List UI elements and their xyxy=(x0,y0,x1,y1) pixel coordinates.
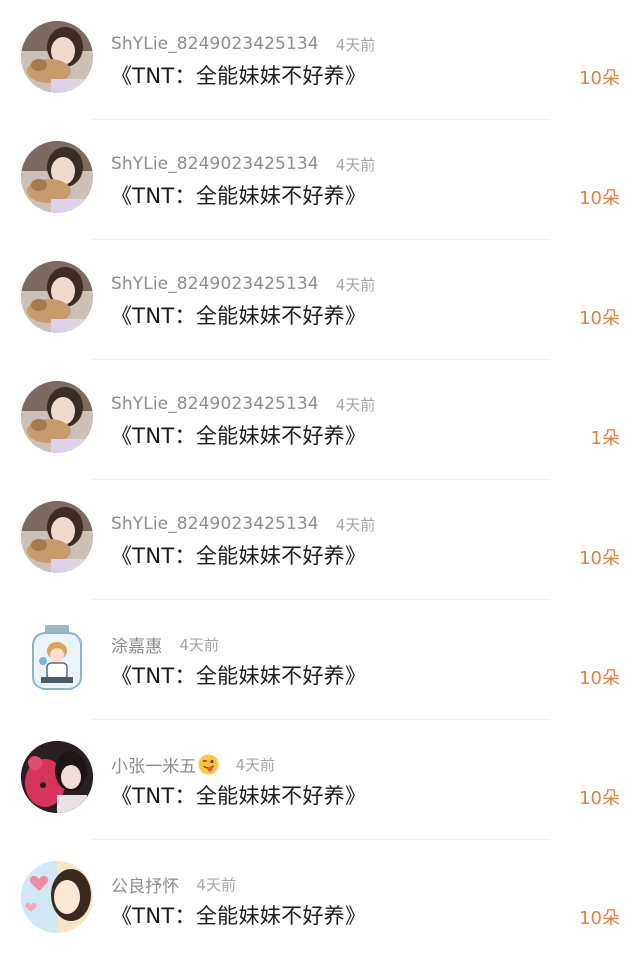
timestamp: 4天前 xyxy=(196,875,236,894)
girl-with-dog-avatar-icon[interactable] xyxy=(21,261,93,333)
record-meta: ShYLie_8249023425134 4天前 xyxy=(111,32,375,56)
girl-with-dog-avatar-icon[interactable] xyxy=(21,381,93,453)
timestamp: 4天前 xyxy=(335,275,376,294)
book-title[interactable]: 《TNT：全能妹妹不好养》 xyxy=(111,780,366,810)
timestamp: 4天前 xyxy=(335,155,376,174)
girl-with-dog-avatar-icon[interactable] xyxy=(21,141,93,213)
timestamp: 4天前 xyxy=(335,35,376,54)
girl-with-dog-avatar-icon[interactable] xyxy=(21,21,93,93)
timestamp: 4天前 xyxy=(179,635,219,654)
record-meta: 公良抒怀 4天前 xyxy=(111,872,236,897)
list-item[interactable]: ShYLie_8249023425134 4天前 《TNT：全能妹妹不好养》 1… xyxy=(0,240,640,360)
list-item[interactable]: ShYLie_8249023425134 4天前 《TNT：全能妹妹不好养》 1… xyxy=(0,0,640,120)
book-title[interactable]: 《TNT：全能妹妹不好养》 xyxy=(111,300,366,330)
girl-with-dog-avatar-icon[interactable] xyxy=(21,501,93,573)
record-meta: 涂嘉惠 4天前 xyxy=(111,632,219,657)
book-title[interactable]: 《TNT：全能妹妹不好养》 xyxy=(111,900,366,930)
username[interactable]: ShYLie_8249023425134 xyxy=(111,394,319,414)
book-title[interactable]: 《TNT：全能妹妹不好养》 xyxy=(111,180,366,210)
username[interactable]: ShYLie_8249023425134 xyxy=(111,34,319,54)
username[interactable]: 小张一米五 xyxy=(111,752,197,777)
list-item[interactable]: ShYLie_8249023425134 4天前 《TNT：全能妹妹不好养》 1… xyxy=(0,480,640,600)
username[interactable]: ShYLie_8249023425134 xyxy=(111,274,319,294)
username[interactable]: ShYLie_8249023425134 xyxy=(111,154,319,174)
flower-count: 10朵 xyxy=(579,188,620,209)
list-item[interactable]: 公良抒怀 4天前 《TNT：全能妹妹不好养》 10朵 xyxy=(0,840,640,960)
timestamp: 4天前 xyxy=(235,755,276,774)
record-meta: ShYLie_8249023425134 4天前 xyxy=(111,392,375,416)
book-title[interactable]: 《TNT：全能妹妹不好养》 xyxy=(111,420,366,450)
list-item[interactable]: ShYLie_8249023425134 4天前 《TNT：全能妹妹不好养》 1… xyxy=(0,360,640,480)
list-item[interactable]: ShYLie_8249023425134 4天前 《TNT：全能妹妹不好养》 1… xyxy=(0,120,640,240)
flower-count: 10朵 xyxy=(579,908,620,929)
flower-count: 10朵 xyxy=(579,788,620,809)
girl-with-pink-bear-avatar-icon[interactable] xyxy=(21,741,93,813)
flower-count: 1朵 xyxy=(590,428,620,449)
record-meta: 小张一米五 4天前 xyxy=(111,752,276,777)
username[interactable]: ShYLie_8249023425134 xyxy=(111,514,319,534)
book-title[interactable]: 《TNT：全能妹妹不好养》 xyxy=(111,60,366,90)
book-title[interactable]: 《TNT：全能妹妹不好养》 xyxy=(111,540,366,570)
book-title[interactable]: 《TNT：全能妹妹不好养》 xyxy=(111,660,366,690)
record-meta: ShYLie_8249023425134 4天前 xyxy=(111,272,375,296)
flower-count: 10朵 xyxy=(579,668,620,689)
flower-count: 10朵 xyxy=(579,68,620,89)
gift-record-list: ShYLie_8249023425134 4天前 《TNT：全能妹妹不好养》 1… xyxy=(0,0,640,933)
flower-count: 10朵 xyxy=(579,548,620,569)
username[interactable]: 涂嘉惠 xyxy=(111,632,162,657)
list-item[interactable]: 小张一米五 4天前 《TNT：全能妹妹不好养》 10朵 xyxy=(0,720,640,840)
list-item[interactable]: 涂嘉惠 4天前 《TNT：全能妹妹不好养》 10朵 xyxy=(0,600,640,720)
timestamp: 4天前 xyxy=(335,395,376,414)
timestamp: 4天前 xyxy=(335,515,376,534)
record-meta: ShYLie_8249023425134 4天前 xyxy=(111,152,375,176)
cartoon-girl-heart-avatar-icon[interactable] xyxy=(21,861,93,933)
anime-boy-in-jar-avatar-icon[interactable] xyxy=(21,621,93,693)
flower-count: 10朵 xyxy=(579,308,620,329)
tongue-wink-emoji-icon xyxy=(198,754,219,775)
username[interactable]: 公良抒怀 xyxy=(111,872,179,897)
record-meta: ShYLie_8249023425134 4天前 xyxy=(111,512,375,536)
